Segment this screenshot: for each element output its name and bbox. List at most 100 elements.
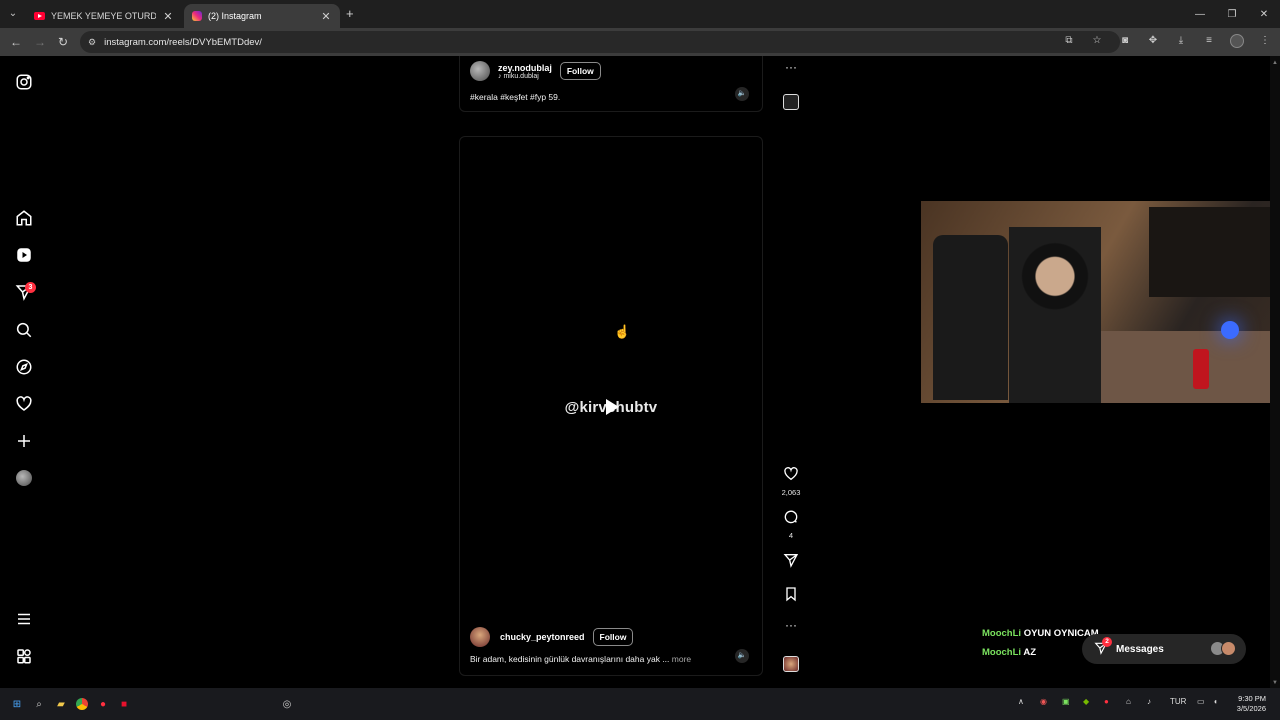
more-options-icon[interactable]: ··· [783, 60, 799, 74]
obs-app-icon[interactable]: ■ [117, 697, 131, 711]
file-explorer-icon[interactable]: ▰ [54, 697, 68, 711]
like-count: 2,063 [781, 488, 801, 497]
author-avatar[interactable] [470, 61, 490, 81]
hamburger-menu-icon[interactable] [15, 610, 33, 628]
window-controls: — ❐ ✕ [1184, 0, 1280, 28]
windows-start-icon[interactable]: ⊞ [10, 697, 24, 711]
also-from-meta-icon[interactable] [15, 647, 33, 665]
recent-chat-avatars [1210, 641, 1236, 656]
browser-tab-strip: ⌄ YEMEK YEMEYE OTURDUK, AZ ✕ (2) Instagr… [0, 0, 1280, 28]
windows-taskbar: ⊞ ⌕ ▰ ● ■ ◎ ∧ ◉ ▣ ◆ ● ⌂ ♪ TUR ▭ ◖ 9:30 P… [0, 688, 1280, 720]
system-clock[interactable]: 9:30 PM 3/5/2026 [1237, 694, 1266, 714]
comment-button[interactable]: 4 [781, 509, 801, 540]
heart-notifications-icon[interactable] [15, 395, 33, 413]
taskbar-search-icon[interactable]: ⌕ [32, 697, 46, 711]
address-bar[interactable]: ⚙ instagram.com/reels/DVYbEMTDdev/ [80, 31, 1120, 53]
install-app-icon[interactable]: ⧉ [1062, 34, 1076, 48]
copilot-icon[interactable]: ◎ [280, 697, 294, 711]
save-button[interactable] [781, 586, 801, 607]
tab-instagram[interactable]: (2) Instagram ✕ [184, 4, 340, 28]
audio-name[interactable]: miku.dublaj [503, 73, 538, 80]
chrome-icon[interactable] [75, 697, 89, 711]
reels-icon[interactable] [15, 246, 33, 264]
close-window-icon[interactable]: ✕ [1248, 0, 1280, 28]
download-icon[interactable]: ⤓ [1174, 34, 1188, 48]
forward-arrow-icon[interactable]: → [32, 34, 48, 50]
heart-icon [784, 467, 798, 481]
url-text: instagram.com/reels/DVYbEMTDdev/ [104, 36, 262, 48]
author-avatar[interactable] [470, 627, 490, 647]
reel-caption: #kerala #keşfet #fyp 59. [470, 92, 561, 102]
nvidia-icon[interactable]: ◆ [1083, 697, 1089, 706]
share-icon [783, 554, 799, 568]
reload-icon[interactable]: ↻ [55, 34, 71, 50]
scroll-down-icon[interactable]: ▼ [1272, 680, 1278, 686]
scroll-up-icon[interactable]: ▲ [1272, 60, 1278, 66]
messages-button[interactable]: 2 Messages [1082, 634, 1246, 664]
bookmark-star-icon[interactable]: ☆ [1090, 34, 1104, 48]
current-reel[interactable]: @kirvehubtv chucky_peytonreed Follow Bir… [459, 136, 763, 676]
camera-extension-icon[interactable]: ◙ [1118, 34, 1132, 48]
usb-icon[interactable]: ⌂ [1126, 697, 1131, 706]
author-username[interactable]: chucky_peytonreed [500, 632, 585, 642]
play-icon[interactable] [606, 399, 619, 415]
cam-blue-light [1221, 321, 1239, 339]
audio-thumbnail[interactable] [783, 656, 799, 672]
volume-icon[interactable]: ◖ [1213, 697, 1218, 706]
profile-avatar[interactable] [16, 470, 32, 486]
home-icon[interactable] [15, 209, 33, 227]
notification-badge: 3 [25, 282, 36, 293]
follow-button[interactable]: Follow [559, 62, 601, 80]
mute-toggle-icon[interactable]: 🔈 [735, 649, 749, 663]
search-icon[interactable] [15, 321, 33, 339]
microphone-icon[interactable]: ♪ [1147, 697, 1151, 706]
tab-youtube[interactable]: YEMEK YEMEYE OTURDUK, AZ ✕ [26, 4, 182, 28]
tab-search-button[interactable]: ⌄ [4, 5, 22, 23]
site-info-icon[interactable]: ⚙ [88, 37, 96, 48]
more-options-icon[interactable]: ··· [781, 618, 801, 632]
ig-sidebar: 3 [0, 56, 48, 688]
youtube-icon [34, 12, 45, 20]
explore-compass-icon[interactable] [15, 358, 33, 376]
chat-nick: MoochLi [982, 647, 1022, 658]
share-button[interactable] [781, 552, 801, 573]
red-app-icon[interactable]: ● [96, 697, 110, 711]
tray-overflow-icon[interactable]: ∧ [1018, 697, 1024, 706]
chat-text: AZ [1023, 647, 1037, 658]
messages-badge: 2 [1102, 637, 1112, 647]
mute-toggle-icon[interactable]: 🔈 [735, 87, 749, 101]
chat-message: MoochLi AZ [982, 647, 1036, 658]
create-plus-icon[interactable] [15, 432, 33, 450]
chat-avatar [1221, 641, 1236, 656]
previous-reel[interactable]: zey.nodublaj ♪ miku.dublaj Follow #keral… [459, 56, 763, 112]
close-tab-icon[interactable]: ✕ [162, 10, 174, 23]
tray-app-icon[interactable]: ◉ [1040, 697, 1047, 706]
close-tab-icon[interactable]: ✕ [320, 10, 332, 23]
cam-drink-can [1193, 349, 1209, 389]
chat-message: MoochLi OYUN OYNICAM [982, 628, 1099, 639]
page-scrollbar[interactable]: ▲ ▼ [1270, 56, 1280, 688]
cam-monitor [1149, 207, 1280, 297]
webcam-overlay [921, 201, 1280, 403]
follow-button[interactable]: Follow [592, 628, 634, 646]
new-tab-button[interactable]: + [346, 6, 354, 21]
audio-thumbnail[interactable] [783, 94, 799, 110]
back-arrow-icon[interactable]: ← [8, 34, 24, 50]
profile-avatar[interactable] [1230, 34, 1244, 48]
author-username[interactable]: zey.nodublaj [498, 63, 552, 73]
more-link[interactable]: more [672, 654, 691, 664]
extensions-icon[interactable]: ✥ [1146, 34, 1160, 48]
tray-app-icon[interactable]: ▣ [1062, 697, 1070, 706]
minimize-icon[interactable]: — [1184, 0, 1216, 28]
language-indicator[interactable]: TUR [1170, 697, 1186, 706]
media-controls-icon[interactable]: ≡ [1202, 34, 1216, 48]
instagram-logo-icon[interactable] [15, 73, 33, 91]
network-icon[interactable]: ▭ [1197, 697, 1205, 706]
tray-app-icon[interactable]: ● [1104, 697, 1109, 706]
caption-text: Bir adam, kedisinin günlük davranışların… [470, 654, 670, 664]
like-button[interactable]: 2,063 [781, 466, 801, 497]
restore-icon[interactable]: ❐ [1216, 0, 1248, 28]
tab-title: YEMEK YEMEYE OTURDUK, AZ [51, 11, 156, 21]
clock-time: 9:30 PM [1238, 694, 1266, 703]
menu-kebab-icon[interactable]: ⋮ [1258, 34, 1272, 48]
